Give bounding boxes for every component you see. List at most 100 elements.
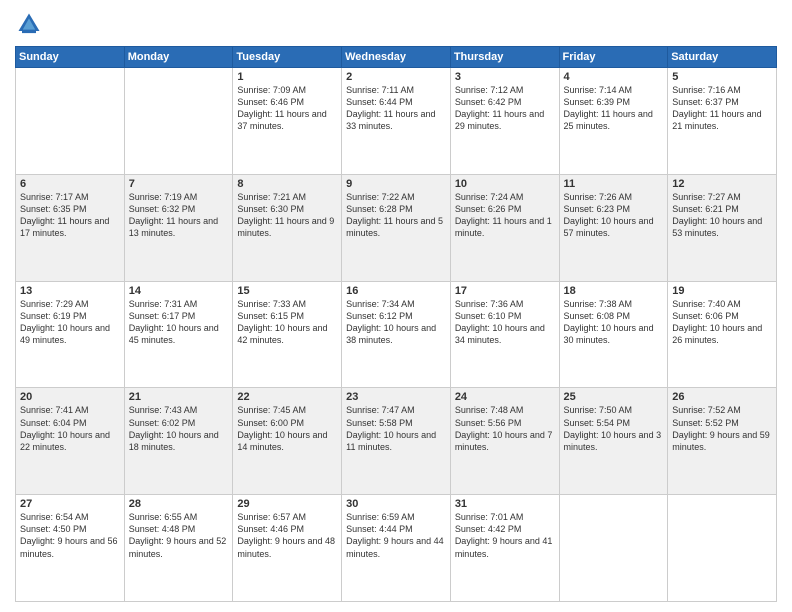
calendar-cell: 1Sunrise: 7:09 AM Sunset: 6:46 PM Daylig… [233,68,342,175]
day-number: 16 [346,285,446,297]
calendar-cell: 4Sunrise: 7:14 AM Sunset: 6:39 PM Daylig… [559,68,668,175]
day-number: 10 [455,178,555,190]
day-number: 21 [129,391,229,403]
cell-info: Sunrise: 6:55 AM Sunset: 4:48 PM Dayligh… [129,511,229,560]
calendar-row-2: 13Sunrise: 7:29 AM Sunset: 6:19 PM Dayli… [16,281,777,388]
cell-info: Sunrise: 7:12 AM Sunset: 6:42 PM Dayligh… [455,84,555,133]
weekday-header-friday: Friday [559,47,668,68]
cell-info: Sunrise: 7:27 AM Sunset: 6:21 PM Dayligh… [672,191,772,240]
day-number: 28 [129,498,229,510]
calendar-cell: 2Sunrise: 7:11 AM Sunset: 6:44 PM Daylig… [342,68,451,175]
cell-info: Sunrise: 7:36 AM Sunset: 6:10 PM Dayligh… [455,298,555,347]
day-number: 15 [237,285,337,297]
calendar-cell [124,68,233,175]
cell-info: Sunrise: 7:33 AM Sunset: 6:15 PM Dayligh… [237,298,337,347]
cell-info: Sunrise: 7:16 AM Sunset: 6:37 PM Dayligh… [672,84,772,133]
weekday-header-saturday: Saturday [668,47,777,68]
calendar-cell: 30Sunrise: 6:59 AM Sunset: 4:44 PM Dayli… [342,495,451,602]
cell-info: Sunrise: 7:43 AM Sunset: 6:02 PM Dayligh… [129,404,229,453]
logo [15,10,47,38]
weekday-header-wednesday: Wednesday [342,47,451,68]
logo-icon [15,10,43,38]
day-number: 23 [346,391,446,403]
day-number: 30 [346,498,446,510]
cell-info: Sunrise: 7:50 AM Sunset: 5:54 PM Dayligh… [564,404,664,453]
day-number: 7 [129,178,229,190]
header [15,10,777,38]
calendar-cell [16,68,125,175]
day-number: 8 [237,178,337,190]
calendar-cell: 3Sunrise: 7:12 AM Sunset: 6:42 PM Daylig… [450,68,559,175]
calendar-cell: 23Sunrise: 7:47 AM Sunset: 5:58 PM Dayli… [342,388,451,495]
cell-info: Sunrise: 6:57 AM Sunset: 4:46 PM Dayligh… [237,511,337,560]
calendar-cell: 20Sunrise: 7:41 AM Sunset: 6:04 PM Dayli… [16,388,125,495]
calendar-cell: 18Sunrise: 7:38 AM Sunset: 6:08 PM Dayli… [559,281,668,388]
calendar-row-0: 1Sunrise: 7:09 AM Sunset: 6:46 PM Daylig… [16,68,777,175]
calendar-cell: 17Sunrise: 7:36 AM Sunset: 6:10 PM Dayli… [450,281,559,388]
cell-info: Sunrise: 7:38 AM Sunset: 6:08 PM Dayligh… [564,298,664,347]
calendar-cell: 15Sunrise: 7:33 AM Sunset: 6:15 PM Dayli… [233,281,342,388]
day-number: 17 [455,285,555,297]
day-number: 2 [346,71,446,83]
weekday-header-row: SundayMondayTuesdayWednesdayThursdayFrid… [16,47,777,68]
calendar-cell: 5Sunrise: 7:16 AM Sunset: 6:37 PM Daylig… [668,68,777,175]
day-number: 27 [20,498,120,510]
calendar-cell: 21Sunrise: 7:43 AM Sunset: 6:02 PM Dayli… [124,388,233,495]
day-number: 29 [237,498,337,510]
calendar-cell: 24Sunrise: 7:48 AM Sunset: 5:56 PM Dayli… [450,388,559,495]
day-number: 24 [455,391,555,403]
weekday-header-tuesday: Tuesday [233,47,342,68]
calendar-cell: 31Sunrise: 7:01 AM Sunset: 4:42 PM Dayli… [450,495,559,602]
calendar-cell: 22Sunrise: 7:45 AM Sunset: 6:00 PM Dayli… [233,388,342,495]
cell-info: Sunrise: 7:19 AM Sunset: 6:32 PM Dayligh… [129,191,229,240]
calendar-cell: 29Sunrise: 6:57 AM Sunset: 4:46 PM Dayli… [233,495,342,602]
calendar-cell: 16Sunrise: 7:34 AM Sunset: 6:12 PM Dayli… [342,281,451,388]
cell-info: Sunrise: 7:52 AM Sunset: 5:52 PM Dayligh… [672,404,772,453]
calendar-cell [668,495,777,602]
day-number: 11 [564,178,664,190]
calendar-cell: 7Sunrise: 7:19 AM Sunset: 6:32 PM Daylig… [124,174,233,281]
cell-info: Sunrise: 7:21 AM Sunset: 6:30 PM Dayligh… [237,191,337,240]
day-number: 31 [455,498,555,510]
day-number: 4 [564,71,664,83]
cell-info: Sunrise: 7:48 AM Sunset: 5:56 PM Dayligh… [455,404,555,453]
calendar-cell: 9Sunrise: 7:22 AM Sunset: 6:28 PM Daylig… [342,174,451,281]
day-number: 6 [20,178,120,190]
cell-info: Sunrise: 7:29 AM Sunset: 6:19 PM Dayligh… [20,298,120,347]
calendar-cell: 14Sunrise: 7:31 AM Sunset: 6:17 PM Dayli… [124,281,233,388]
calendar-cell: 8Sunrise: 7:21 AM Sunset: 6:30 PM Daylig… [233,174,342,281]
cell-info: Sunrise: 7:26 AM Sunset: 6:23 PM Dayligh… [564,191,664,240]
day-number: 12 [672,178,772,190]
calendar-cell: 13Sunrise: 7:29 AM Sunset: 6:19 PM Dayli… [16,281,125,388]
calendar-cell: 12Sunrise: 7:27 AM Sunset: 6:21 PM Dayli… [668,174,777,281]
cell-info: Sunrise: 7:40 AM Sunset: 6:06 PM Dayligh… [672,298,772,347]
day-number: 22 [237,391,337,403]
page: SundayMondayTuesdayWednesdayThursdayFrid… [0,0,792,612]
cell-info: Sunrise: 7:41 AM Sunset: 6:04 PM Dayligh… [20,404,120,453]
calendar-cell: 26Sunrise: 7:52 AM Sunset: 5:52 PM Dayli… [668,388,777,495]
day-number: 18 [564,285,664,297]
cell-info: Sunrise: 7:17 AM Sunset: 6:35 PM Dayligh… [20,191,120,240]
cell-info: Sunrise: 7:47 AM Sunset: 5:58 PM Dayligh… [346,404,446,453]
calendar-cell [559,495,668,602]
calendar-cell: 10Sunrise: 7:24 AM Sunset: 6:26 PM Dayli… [450,174,559,281]
calendar-row-1: 6Sunrise: 7:17 AM Sunset: 6:35 PM Daylig… [16,174,777,281]
cell-info: Sunrise: 7:01 AM Sunset: 4:42 PM Dayligh… [455,511,555,560]
cell-info: Sunrise: 7:11 AM Sunset: 6:44 PM Dayligh… [346,84,446,133]
day-number: 5 [672,71,772,83]
day-number: 26 [672,391,772,403]
day-number: 9 [346,178,446,190]
calendar-row-4: 27Sunrise: 6:54 AM Sunset: 4:50 PM Dayli… [16,495,777,602]
day-number: 1 [237,71,337,83]
cell-info: Sunrise: 7:34 AM Sunset: 6:12 PM Dayligh… [346,298,446,347]
cell-info: Sunrise: 6:54 AM Sunset: 4:50 PM Dayligh… [20,511,120,560]
cell-info: Sunrise: 7:31 AM Sunset: 6:17 PM Dayligh… [129,298,229,347]
calendar-cell: 11Sunrise: 7:26 AM Sunset: 6:23 PM Dayli… [559,174,668,281]
cell-info: Sunrise: 7:14 AM Sunset: 6:39 PM Dayligh… [564,84,664,133]
day-number: 13 [20,285,120,297]
weekday-header-sunday: Sunday [16,47,125,68]
day-number: 25 [564,391,664,403]
cell-info: Sunrise: 6:59 AM Sunset: 4:44 PM Dayligh… [346,511,446,560]
day-number: 20 [20,391,120,403]
calendar-cell: 28Sunrise: 6:55 AM Sunset: 4:48 PM Dayli… [124,495,233,602]
